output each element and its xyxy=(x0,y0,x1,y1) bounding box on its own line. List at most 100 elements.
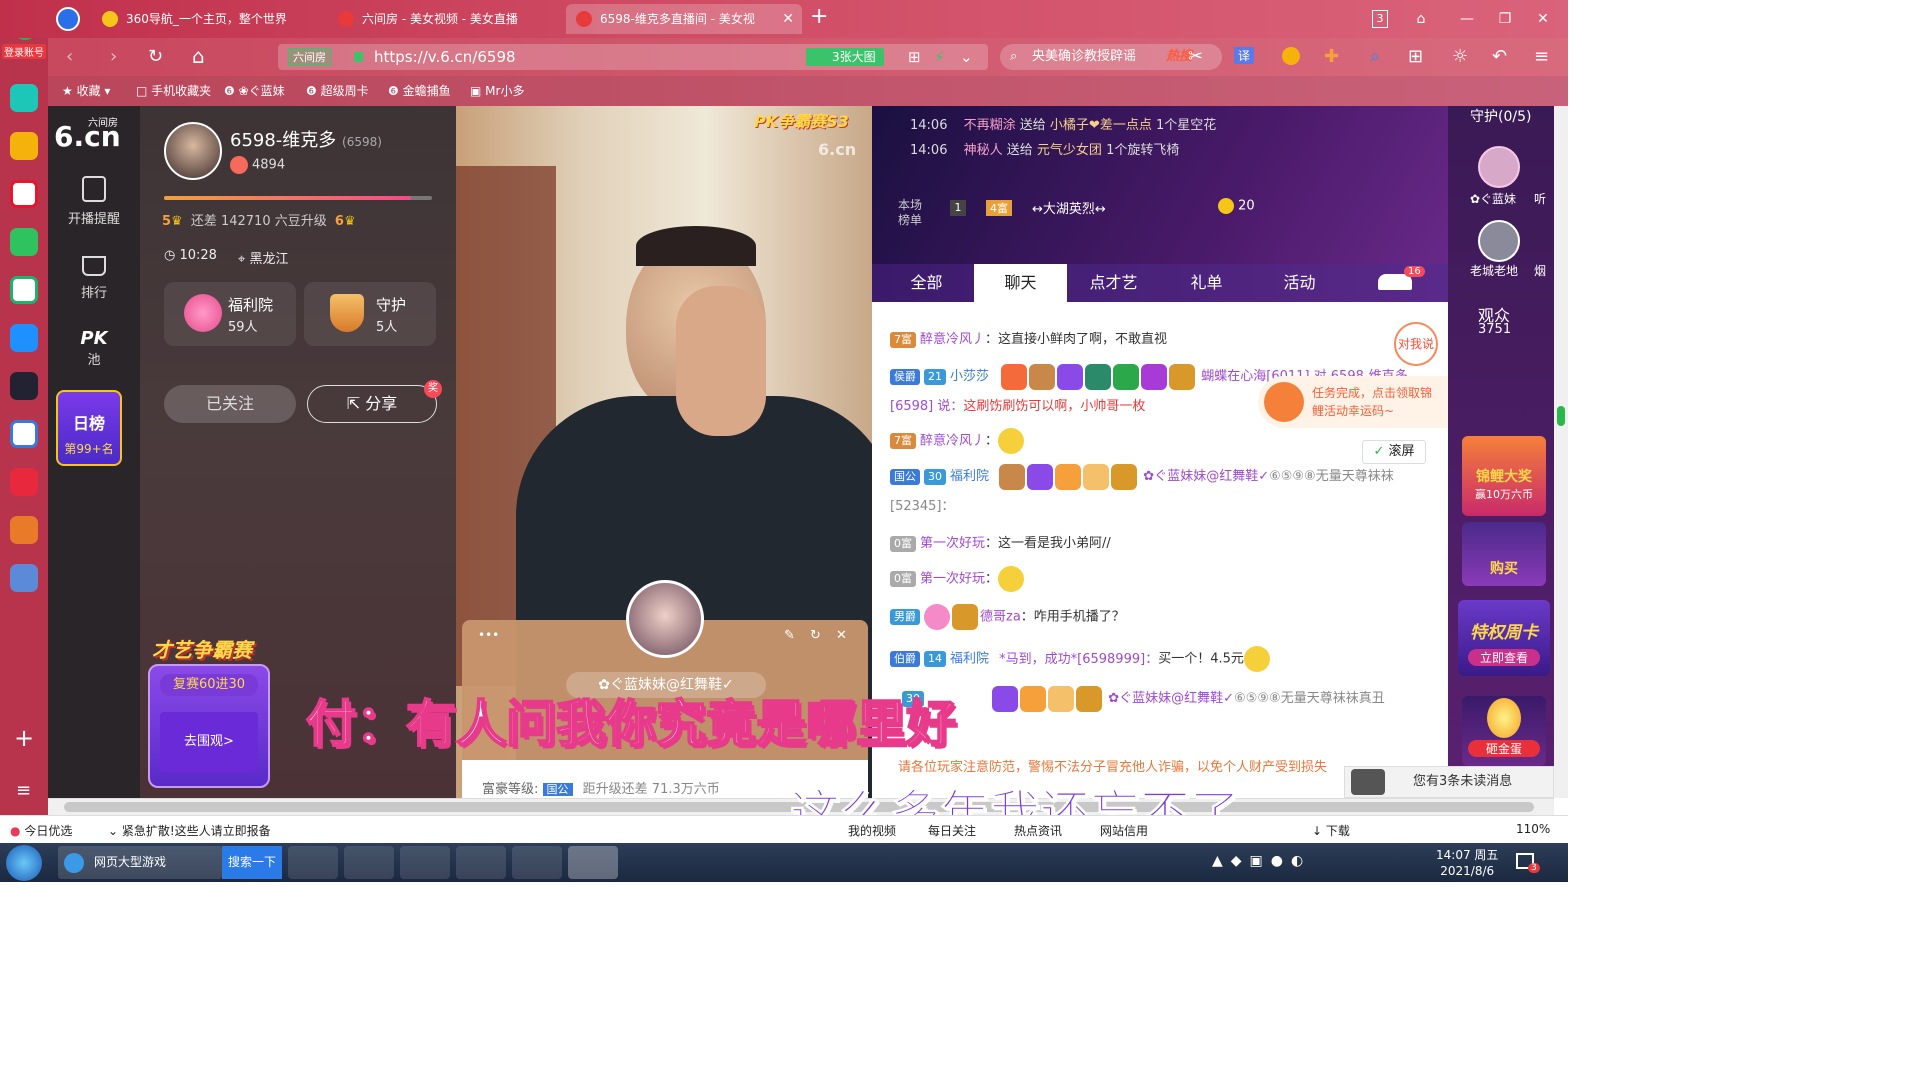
msg-nick[interactable]: 第一次好玩 xyxy=(920,572,985,587)
scroll-lock-toggle[interactable]: ✓ 滚屏 xyxy=(1362,440,1426,464)
nav-rank[interactable]: 排行 xyxy=(48,256,140,301)
tab-gifts[interactable]: 礼单 xyxy=(1160,264,1253,302)
gamepad-icon[interactable]: ✚ xyxy=(1324,46,1339,67)
vertical-scrollbar[interactable] xyxy=(1554,106,1568,798)
apps-icon[interactable]: ⊞ xyxy=(1408,46,1423,67)
download-button[interactable]: ↓ 下载 xyxy=(1312,822,1350,839)
menu-icon[interactable]: ≡ xyxy=(1534,46,1549,67)
msg-nick[interactable]: 醉意冷风丿 xyxy=(920,434,985,449)
taskbar-search-button[interactable]: 搜索一下 xyxy=(222,846,282,879)
popup-edit-icon[interactable]: ✎ xyxy=(784,628,795,643)
taskbar-app-icon[interactable] xyxy=(568,846,618,879)
url-input[interactable]: 六间房 https://v.6.cn/6598 3张大图 ⊞ ⚡ ⌄ xyxy=(278,44,988,70)
translate-button[interactable]: 译 xyxy=(1234,47,1255,64)
doc-icon[interactable] xyxy=(10,420,38,448)
cloud-icon[interactable] xyxy=(10,276,38,304)
tab-count-badge[interactable]: 3 xyxy=(1372,10,1388,28)
anchor-avatar[interactable] xyxy=(164,122,222,180)
minimize-icon[interactable]: — xyxy=(1456,8,1478,30)
forward-icon[interactable]: › xyxy=(110,46,117,67)
promo-buy[interactable]: 购买 xyxy=(1462,522,1546,586)
back-icon[interactable]: ‹ xyxy=(66,46,73,67)
contest-watch-button[interactable]: 去围观> xyxy=(160,712,258,772)
send-icon[interactable] xyxy=(56,7,80,31)
scroll-thumb[interactable] xyxy=(1557,406,1565,426)
unread-messages[interactable]: 您有3条未读消息 xyxy=(1344,766,1554,798)
welfare-card[interactable]: 福利院 59人 xyxy=(164,282,296,346)
close-tab-icon[interactable]: ✕ xyxy=(782,4,794,34)
pp-icon[interactable] xyxy=(10,324,38,352)
popup-more-icon[interactable]: ••• xyxy=(478,628,499,642)
tab-all[interactable]: 全部 xyxy=(880,264,973,302)
bolt-icon[interactable]: ⚡ xyxy=(934,44,945,70)
grid-icon[interactable]: ⊞ xyxy=(908,44,921,70)
taskbar-player-icon[interactable] xyxy=(512,846,562,879)
theme-icon[interactable]: ☼ xyxy=(1452,46,1468,67)
redbook-icon[interactable] xyxy=(10,468,38,496)
site-logo[interactable]: 六间房 6.cn xyxy=(52,110,136,154)
nav-live-reminder[interactable]: 开播提醒 xyxy=(48,176,140,227)
guard-card[interactable]: 守护 5人 xyxy=(304,282,436,346)
game3-icon[interactable] xyxy=(10,564,38,592)
chevron-down-icon[interactable]: ⌄ xyxy=(960,44,973,70)
promo-egg[interactable]: 砸金蛋 xyxy=(1462,696,1546,766)
tab-chat[interactable]: 聊天 xyxy=(974,264,1067,302)
taskbar-kugou-icon[interactable] xyxy=(288,846,338,879)
msg-nick[interactable]: 福利院 xyxy=(950,652,989,667)
magnifier-icon[interactable]: ⌕ xyxy=(1370,46,1380,67)
coin-icon[interactable] xyxy=(1282,47,1300,65)
home-icon[interactable]: ⌂ xyxy=(192,44,205,68)
daily-rank-card[interactable]: 日榜 第99+名 xyxy=(56,390,122,466)
promo-weekcard[interactable]: 特权周卡 立即查看 xyxy=(1458,600,1550,676)
status-hot-news[interactable]: 热点资讯 xyxy=(1014,822,1062,839)
add-icon[interactable]: + xyxy=(14,724,34,752)
session-rank-label[interactable]: 本场榜单 xyxy=(898,198,928,228)
popup-close-icon[interactable]: ✕ xyxy=(836,628,847,643)
clock[interactable]: 14:07 周五 2021/8/6 xyxy=(1436,847,1498,879)
tab-activity[interactable]: 活动 xyxy=(1253,264,1346,302)
follow-button[interactable]: 已关注 xyxy=(164,385,296,423)
popup-refresh-icon[interactable]: ↻ xyxy=(810,628,821,643)
tab-6598[interactable]: 6598-维克多直播间 - 美女视 ✕ xyxy=(566,4,802,34)
taskbar-ie-icon[interactable] xyxy=(344,846,394,879)
app-icon-1[interactable] xyxy=(10,84,38,112)
favorites-icon[interactable] xyxy=(10,132,38,160)
refresh-icon[interactable]: ↻ xyxy=(148,46,163,67)
new-tab-button[interactable]: + xyxy=(810,4,828,29)
taskbar-folder-icon[interactable] xyxy=(400,846,450,879)
restore-icon[interactable]: ❐ xyxy=(1494,8,1516,30)
bookmark-mobile[interactable]: □ 手机收藏夹 xyxy=(136,82,211,99)
undo-icon[interactable]: ↶ xyxy=(1492,46,1507,67)
game2-icon[interactable] xyxy=(10,516,38,544)
login-button[interactable]: 登录账号 xyxy=(2,44,46,59)
start-button[interactable] xyxy=(6,845,42,881)
task-notice[interactable]: 任务完成，点击领取锦鲤活动幸运码~ xyxy=(1258,376,1450,428)
news-ticker[interactable]: ⌄ 紧急扩散!这些人请立即报备 xyxy=(108,822,271,839)
nav-pk-pool[interactable]: PK 池 xyxy=(48,328,140,368)
msg-nick[interactable]: 德哥za xyxy=(980,610,1021,625)
bookmark-mrxiaoduo[interactable]: ▣ Mr小多 xyxy=(470,82,524,99)
msg-nick[interactable]: 醉意冷风丿 xyxy=(920,332,985,347)
status-my-videos[interactable]: 我的视频 xyxy=(848,822,896,839)
promo-koi[interactable]: 锦鲤大奖 赢10万六币 xyxy=(1462,436,1546,516)
weibo-icon[interactable] xyxy=(10,180,38,208)
to-me-button[interactable]: 对我说 xyxy=(1394,322,1438,366)
status-daily-follow[interactable]: 每日关注 xyxy=(928,822,976,839)
today-picks[interactable]: ● 今日优选 xyxy=(10,822,72,839)
bookmark-weekcard[interactable]: ❻ 超级周卡 xyxy=(306,82,369,99)
game-icon[interactable] xyxy=(10,372,38,400)
bookmark-favorites[interactable]: ★ 收藏 ▾ xyxy=(62,82,110,99)
tray-icons[interactable]: ▲◆▣●◐ xyxy=(1212,853,1311,869)
shirt-icon[interactable]: ⌂ xyxy=(1410,8,1432,30)
taskbar-app-browser[interactable]: 网页大型游戏 xyxy=(58,846,222,879)
zoom-level[interactable]: 110% xyxy=(1516,822,1550,836)
session-rank-name[interactable]: ↔大湖英烈↔ xyxy=(1032,198,1106,217)
taskbar-360-icon[interactable] xyxy=(456,846,506,879)
bookmark-fish[interactable]: ❻ 金蟾捕鱼 xyxy=(388,82,451,99)
contest-card[interactable]: 才艺争霸赛 复赛60进30 去围观> xyxy=(148,634,272,792)
tab-6cn[interactable]: 六间房 - 美女视频 - 美女直播 xyxy=(328,4,560,34)
guard-avatar[interactable] xyxy=(1478,146,1520,188)
share-button[interactable]: ⇱ 分享 xyxy=(307,385,437,423)
msg-nick[interactable]: 第一次好玩 xyxy=(920,536,985,551)
bookmark-lanmei[interactable]: ❻ ❀ぐ蓝妹 xyxy=(224,82,285,99)
